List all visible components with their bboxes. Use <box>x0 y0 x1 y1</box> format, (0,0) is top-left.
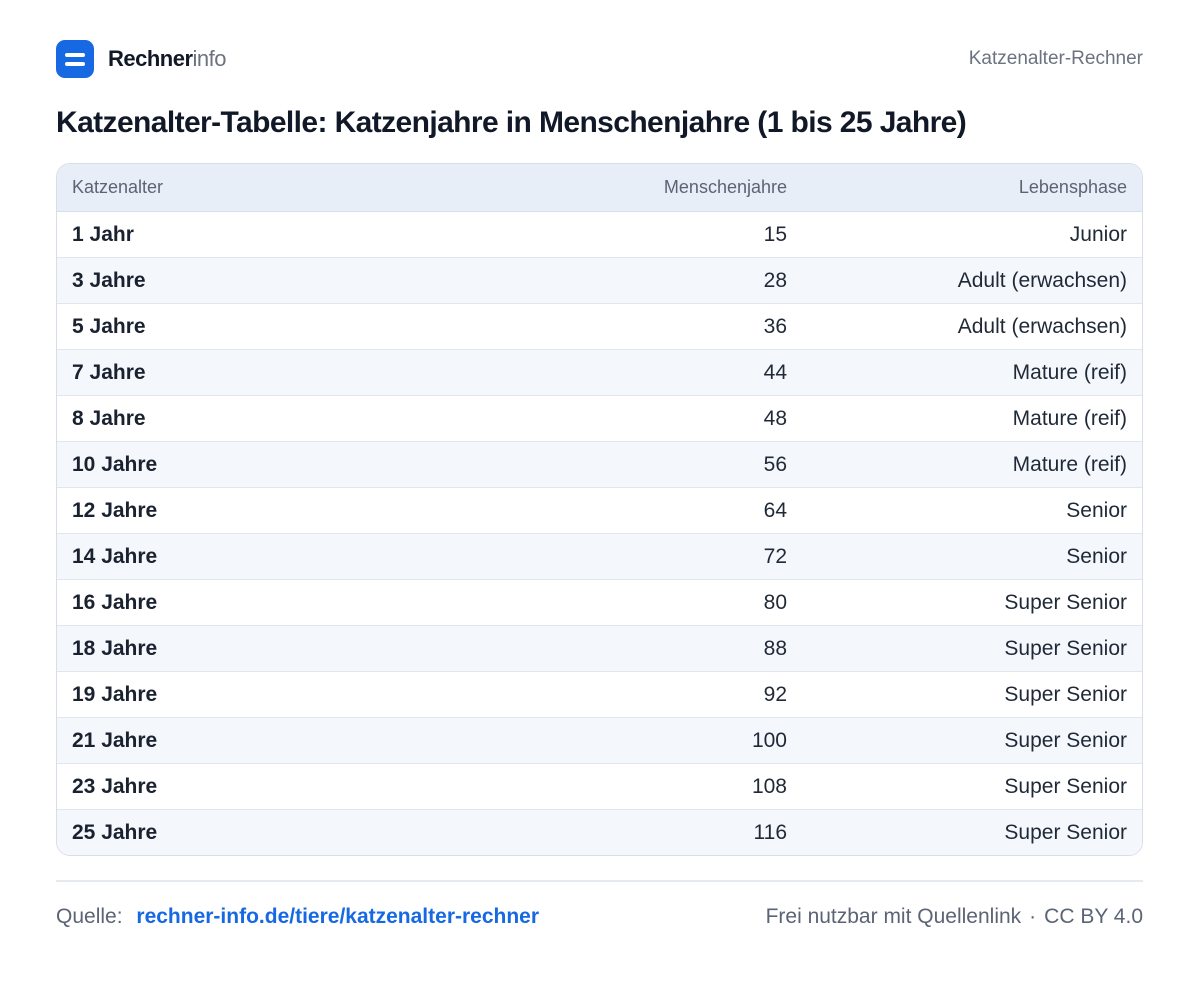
table-row: 3 Jahre 28 Adult (erwachsen) <box>57 258 1142 304</box>
cell-cat-age: 5 Jahre <box>72 314 146 338</box>
cell-human-years: 36 <box>763 314 787 338</box>
cell-cat-age: 1 Jahr <box>72 222 134 246</box>
cell-cat-age: 18 Jahre <box>72 636 158 660</box>
table-row: 10 Jahre 56 Mature (reif) <box>57 442 1142 488</box>
license-name: CC BY 4.0 <box>1044 905 1143 928</box>
table-row: 16 Jahre 80 Super Senior <box>57 580 1142 626</box>
cell-life-phase: Super Senior <box>1004 774 1127 798</box>
cell-cat-age: 7 Jahre <box>72 360 146 384</box>
source-label: Quelle: <box>56 905 123 928</box>
cell-human-years: 72 <box>763 544 787 568</box>
cell-human-years: 28 <box>763 268 787 292</box>
age-table: Katzenalter Menschenjahre Lebensphase 1 … <box>56 163 1143 856</box>
table-row: 14 Jahre 72 Senior <box>57 534 1142 580</box>
table-row: 19 Jahre 92 Super Senior <box>57 672 1142 718</box>
cell-human-years: 116 <box>753 820 787 844</box>
separator-dot: · <box>1029 905 1037 928</box>
cell-human-years: 64 <box>763 498 787 522</box>
cell-cat-age: 21 Jahre <box>72 728 158 752</box>
cell-human-years: 48 <box>763 406 787 430</box>
cell-cat-age: 23 Jahre <box>72 774 158 798</box>
table-header: Katzenalter Menschenjahre Lebensphase <box>57 164 1142 212</box>
cell-life-phase: Mature (reif) <box>1012 452 1127 476</box>
cell-cat-age: 14 Jahre <box>72 544 158 568</box>
column-header-human-years: Menschenjahre <box>663 177 787 197</box>
rechner-logo-icon <box>56 40 94 78</box>
brand-name: Rechnerinfo <box>108 46 227 72</box>
column-header-cat-age: Katzenalter <box>72 177 164 197</box>
table-row: 21 Jahre 100 Super Senior <box>57 718 1142 764</box>
cell-life-phase: Mature (reif) <box>1012 406 1127 430</box>
table-row: 25 Jahre 116 Super Senior <box>57 810 1142 855</box>
cell-life-phase: Super Senior <box>1004 636 1127 660</box>
cell-human-years: 92 <box>763 682 787 706</box>
cell-human-years: 80 <box>763 590 787 614</box>
license-info: Frei nutzbar mit Quellenlink · CC BY 4.0 <box>766 905 1143 929</box>
table-row: 12 Jahre 64 Senior <box>57 488 1142 534</box>
cell-cat-age: 8 Jahre <box>72 406 146 430</box>
table-row: 5 Jahre 36 Adult (erwachsen) <box>57 304 1142 350</box>
table-row: 18 Jahre 88 Super Senior <box>57 626 1142 672</box>
cell-cat-age: 25 Jahre <box>72 820 158 844</box>
cell-life-phase: Super Senior <box>1004 820 1127 844</box>
footer-divider <box>56 880 1143 882</box>
cell-life-phase: Senior <box>1066 498 1127 522</box>
cell-human-years: 56 <box>763 452 787 476</box>
cell-life-phase: Mature (reif) <box>1012 360 1127 384</box>
table-row: 7 Jahre 44 Mature (reif) <box>57 350 1142 396</box>
page-title: Katzenalter-Tabelle: Katzenjahre in Mens… <box>56 106 967 139</box>
cell-cat-age: 16 Jahre <box>72 590 158 614</box>
cell-cat-age: 10 Jahre <box>72 452 158 476</box>
column-header-life-phase: Lebensphase <box>1018 177 1127 197</box>
cell-cat-age: 19 Jahre <box>72 682 158 706</box>
footer: Quelle: rechner-info.de/tiere/katzenalte… <box>56 905 1143 929</box>
cell-human-years: 15 <box>763 222 787 246</box>
page-label: Katzenalter-Rechner <box>968 48 1143 69</box>
cell-human-years: 108 <box>751 774 787 798</box>
table-row: 23 Jahre 108 Super Senior <box>57 764 1142 810</box>
source-info: Quelle: rechner-info.de/tiere/katzenalte… <box>56 905 539 929</box>
page: Rechnerinfo Katzenalter-Rechner Katzenal… <box>56 0 1143 928</box>
brand-name-light: info <box>192 46 227 71</box>
source-link[interactable]: rechner-info.de/tiere/katzenalter-rechne… <box>136 905 539 928</box>
brand-name-strong: Rechner <box>108 46 193 71</box>
cell-cat-age: 12 Jahre <box>72 498 158 522</box>
cell-life-phase: Super Senior <box>1004 590 1127 614</box>
cell-life-phase: Super Senior <box>1004 728 1127 752</box>
cell-human-years: 44 <box>763 360 787 384</box>
table-row: 8 Jahre 48 Mature (reif) <box>57 396 1142 442</box>
brand-logo[interactable]: Rechnerinfo <box>56 40 227 78</box>
cell-life-phase: Junior <box>1069 222 1127 246</box>
top-bar: Rechnerinfo Katzenalter-Rechner <box>56 0 1143 118</box>
table-row: 1 Jahr 15 Junior <box>57 212 1142 258</box>
license-text: Frei nutzbar mit Quellenlink <box>765 905 1022 928</box>
table-body: 1 Jahr 15 Junior 3 Jahre 28 Adult (erwachsen)… <box>57 212 1142 855</box>
cell-human-years: 100 <box>751 728 787 752</box>
cell-life-phase: Senior <box>1066 544 1127 568</box>
cell-life-phase: Adult (erwachsen) <box>957 268 1127 292</box>
cell-cat-age: 3 Jahre <box>72 268 146 292</box>
cell-life-phase: Super Senior <box>1004 682 1127 706</box>
cell-human-years: 88 <box>763 636 787 660</box>
cell-life-phase: Adult (erwachsen) <box>957 314 1127 338</box>
